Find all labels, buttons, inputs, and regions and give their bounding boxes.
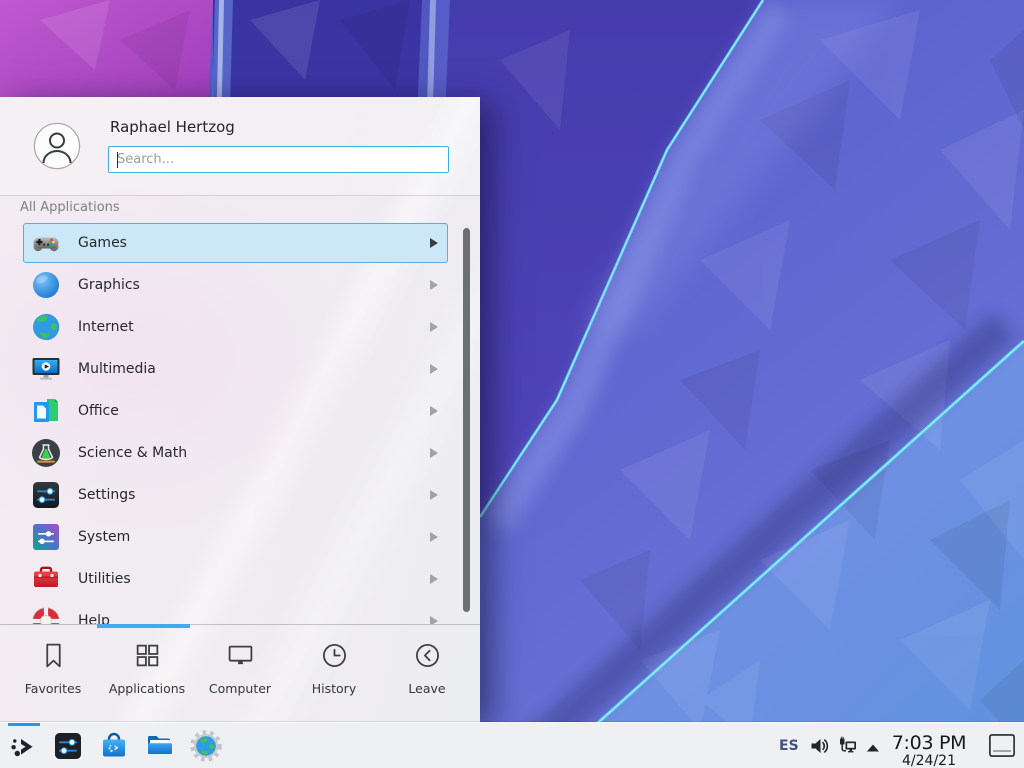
category-label: Settings xyxy=(78,487,135,503)
application-launcher-button[interactable] xyxy=(4,723,44,768)
submenu-arrow-icon xyxy=(430,448,438,458)
category-label: Science & Math xyxy=(78,445,187,461)
office-icon xyxy=(30,395,62,427)
tab-label: Applications xyxy=(100,681,194,696)
category-science-math[interactable]: Science & Math xyxy=(23,433,448,473)
section-label: All Applications xyxy=(20,200,120,215)
tab-favorites[interactable]: Favorites xyxy=(6,642,100,696)
category-label: Office xyxy=(78,403,119,419)
games-icon xyxy=(30,227,62,259)
submenu-arrow-icon xyxy=(430,490,438,500)
application-launcher-menu: Raphael Hertzog All Applications xyxy=(0,97,480,722)
submenu-arrow-icon xyxy=(430,532,438,542)
submenu-arrow-icon xyxy=(430,322,438,332)
computer-icon xyxy=(227,654,254,673)
category-label: Games xyxy=(78,235,127,251)
tab-computer[interactable]: Computer xyxy=(193,642,287,696)
scrollbar-handle[interactable] xyxy=(463,228,470,612)
keyboard-layout-indicator[interactable]: ES xyxy=(779,738,799,754)
category-label: Internet xyxy=(78,319,134,335)
network-icon[interactable] xyxy=(838,736,858,756)
clock-date: 4/24/21 xyxy=(888,753,970,768)
category-office[interactable]: Office xyxy=(23,391,448,431)
category-multimedia[interactable]: Multimedia xyxy=(23,349,448,389)
digital-clock[interactable]: 7:03 PM 4/24/21 xyxy=(888,733,970,768)
applications-icon xyxy=(134,654,161,673)
category-label: System xyxy=(78,529,130,545)
search-input[interactable] xyxy=(108,146,449,173)
taskbar: ES 7:03 PM 4/24/21 xyxy=(0,722,1024,768)
category-label: Help xyxy=(78,613,110,624)
clock-time: 7:03 PM xyxy=(888,733,970,753)
expand-tray-arrow-icon[interactable] xyxy=(865,739,881,753)
tab-applications[interactable]: Applications xyxy=(100,642,194,696)
help-icon xyxy=(30,605,62,624)
history-icon xyxy=(321,654,348,673)
category-settings[interactable]: Settings xyxy=(23,475,448,515)
submenu-arrow-icon xyxy=(430,238,438,248)
leave-icon xyxy=(414,654,441,673)
category-games[interactable]: Games xyxy=(23,223,448,263)
category-system[interactable]: System xyxy=(23,517,448,557)
tabbar-separator xyxy=(0,624,480,625)
category-graphics[interactable]: Graphics xyxy=(23,265,448,305)
submenu-arrow-icon xyxy=(430,574,438,584)
internet-icon xyxy=(30,311,62,343)
category-list: Games Graphics xyxy=(23,223,448,624)
settings-icon xyxy=(30,479,62,511)
multimedia-icon xyxy=(30,353,62,385)
submenu-arrow-icon xyxy=(430,406,438,416)
text-caret xyxy=(117,152,118,168)
science-icon xyxy=(30,437,62,469)
tab-label: History xyxy=(287,681,381,696)
system-icon xyxy=(30,521,62,553)
category-label: Graphics xyxy=(78,277,140,293)
desktop: Raphael Hertzog All Applications xyxy=(0,0,1024,768)
discover-software-center-icon[interactable] xyxy=(98,730,130,762)
favorites-icon xyxy=(40,654,67,673)
utilities-icon xyxy=(30,563,62,595)
user-name: Raphael Hertzog xyxy=(110,118,235,136)
tab-label: Leave xyxy=(380,681,474,696)
category-internet[interactable]: Internet xyxy=(23,307,448,347)
graphics-icon xyxy=(30,269,62,301)
user-avatar-icon[interactable] xyxy=(33,122,81,170)
system-settings-icon[interactable] xyxy=(52,730,84,762)
tab-leave[interactable]: Leave xyxy=(380,642,474,696)
active-tab-indicator xyxy=(97,624,190,628)
category-help[interactable]: Help xyxy=(23,601,448,624)
launcher-header: Raphael Hertzog xyxy=(0,97,480,196)
category-utilities[interactable]: Utilities xyxy=(23,559,448,599)
tab-label: Computer xyxy=(193,681,287,696)
volume-icon[interactable] xyxy=(809,736,829,756)
web-browser-icon[interactable] xyxy=(190,730,222,762)
show-desktop-button[interactable] xyxy=(989,734,1015,757)
submenu-arrow-icon xyxy=(430,616,438,624)
category-label: Utilities xyxy=(78,571,131,587)
kde-launcher-icon xyxy=(8,731,40,763)
category-label: Multimedia xyxy=(78,361,156,377)
file-manager-icon[interactable] xyxy=(144,730,176,762)
submenu-arrow-icon xyxy=(430,280,438,290)
tab-history[interactable]: History xyxy=(287,642,381,696)
launcher-active-indicator xyxy=(8,723,40,726)
tab-label: Favorites xyxy=(6,681,100,696)
pinned-apps xyxy=(52,730,222,762)
submenu-arrow-icon xyxy=(430,364,438,374)
